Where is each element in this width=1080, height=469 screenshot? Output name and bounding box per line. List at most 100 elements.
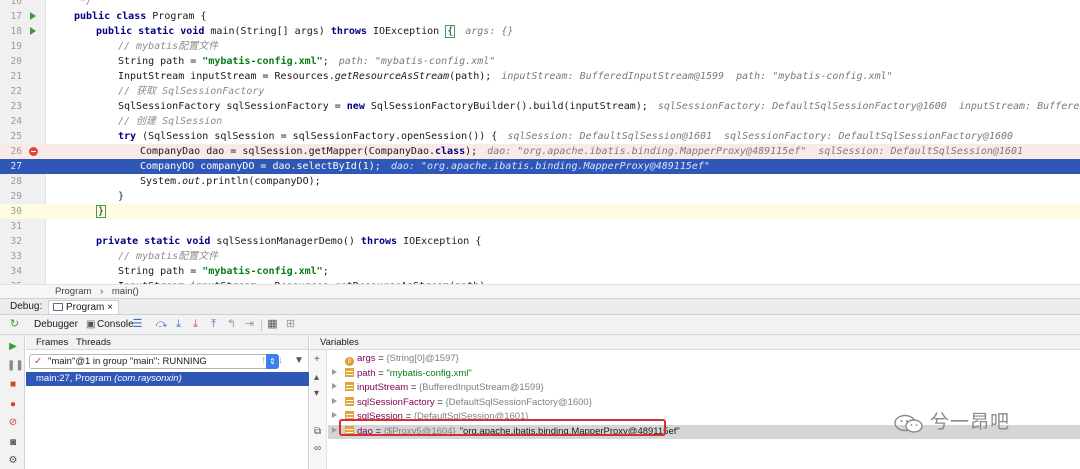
code-line[interactable]: 28 System.out.println(companyDO); (0, 174, 1080, 189)
step-over-icon[interactable]: ⤼ (155, 318, 168, 331)
down-arrow-icon[interactable]: ↓ (278, 355, 283, 366)
line-number[interactable]: 26 (0, 144, 22, 159)
code-line[interactable]: 29} (0, 189, 1080, 204)
line-number[interactable]: 30 (0, 204, 22, 219)
stack-frame-row[interactable]: main:27, Program (com.raysonxin) (26, 372, 309, 386)
code-line[interactable]: 23 SqlSessionFactory sqlSessionFactory = … (0, 99, 1080, 114)
line-number[interactable]: 34 (0, 264, 22, 279)
debugger-tab[interactable]: Debugger (34, 318, 78, 332)
frames-panel: Frames Threads ✓ "main"@1 in group "main… (26, 335, 309, 469)
run-gutter-icon[interactable] (26, 24, 40, 39)
drop-frame-icon[interactable]: ↰ (225, 318, 238, 331)
code-line[interactable]: 32 private static void sqlSessionManagerD… (0, 234, 1080, 249)
copy-icon[interactable]: ⧉ (314, 426, 321, 437)
line-number[interactable]: 19 (0, 39, 22, 54)
equals-sign: = (375, 353, 387, 364)
variable-row[interactable]: p args = {String[0]@1597} (328, 352, 459, 366)
breadcrumb-method[interactable]: main() (112, 286, 139, 297)
line-number[interactable]: 33 (0, 249, 22, 264)
view-breakpoints-icon[interactable]: ● (7, 399, 19, 411)
line-number[interactable]: 17 (0, 9, 22, 24)
force-step-into-icon[interactable]: ⤓ (189, 318, 202, 331)
filter-icon[interactable]: ▼ (294, 355, 304, 366)
glasses-icon[interactable]: ∞ (314, 443, 321, 454)
variable-row[interactable]: sqlSessionFactory = {DefaultSqlSessionFa… (328, 396, 592, 410)
line-number[interactable]: 20 (0, 54, 22, 69)
line-number[interactable]: 23 (0, 99, 22, 114)
line-number[interactable]: 31 (0, 219, 22, 234)
add-watch-icon[interactable]: + (314, 354, 320, 365)
code-line[interactable]: 20 String path = "mybatis-config.xml"; pat… (0, 54, 1080, 69)
up-arrow-icon[interactable]: ▴ (314, 372, 319, 383)
code-token: ); (465, 146, 478, 157)
tab-frames[interactable]: Frames (36, 335, 68, 350)
run-gutter-icon[interactable] (26, 9, 40, 24)
code-line[interactable]: 25 try (SqlSession sqlSession = sqlSessio… (0, 129, 1080, 144)
play-icon (30, 12, 36, 20)
code-line[interactable]: 34 String path = "mybatis-config.xml"; (0, 264, 1080, 279)
down-arrow-icon[interactable]: ▾ (314, 388, 319, 399)
code-line[interactable]: 17 public class Program { (0, 9, 1080, 24)
code-token: public static void (96, 26, 211, 37)
code-line[interactable]: 26 CompanyDao dao = sqlSession.getMapper(… (0, 144, 1080, 159)
stop-icon[interactable]: ■ (7, 379, 19, 391)
pause-icon[interactable]: ❚❚ (7, 360, 24, 372)
line-number[interactable]: 32 (0, 234, 22, 249)
line-number[interactable]: 25 (0, 129, 22, 144)
code-editor[interactable]: 16 */17 public class Program {18 public st… (0, 0, 1080, 284)
code-line[interactable]: 33 // mybatis配置文件 (0, 249, 1080, 264)
inline-debug-value: args: {} (465, 26, 514, 37)
code-line[interactable]: 30} (0, 204, 1080, 219)
settings-icon[interactable]: ⚙ (7, 455, 19, 467)
step-out-icon[interactable]: ⤒ (207, 318, 220, 331)
evaluate-icon[interactable]: ▦ (266, 318, 279, 331)
rerun-icon[interactable]: ↻ (8, 318, 21, 331)
expand-arrow-icon[interactable] (332, 383, 337, 390)
code-token: "mybatis-config.xml" (202, 266, 323, 277)
code-token: */ (74, 0, 93, 7)
mute-breakpoints-icon[interactable]: ⊘ (7, 417, 19, 429)
debug-session-tab[interactable]: Program × (48, 300, 119, 314)
breakpoint-icon[interactable] (26, 144, 40, 159)
resume-icon[interactable]: ▶ (7, 341, 19, 353)
line-number[interactable]: 18 (0, 24, 22, 39)
expand-arrow-icon[interactable] (332, 427, 337, 433)
code-token: // mybatis配置文件 (118, 41, 219, 52)
inline-debug-value: dao: "org.apache.ibatis.binding.MapperPr… (487, 146, 1023, 157)
code-text: CompanyDao dao = sqlSession.getMapper(Co… (140, 144, 1023, 159)
line-number[interactable]: 29 (0, 189, 22, 204)
line-number[interactable]: 22 (0, 84, 22, 99)
code-line[interactable]: 16 */ (0, 0, 1080, 9)
thread-select[interactable]: ✓ "main"@1 in group "main": RUNNING ⇕ (29, 354, 279, 369)
camera-icon[interactable]: ◙ (7, 437, 19, 449)
line-number[interactable]: 16 (0, 0, 22, 9)
line-number[interactable]: 28 (0, 174, 22, 189)
line-number[interactable]: 27 (0, 159, 22, 174)
code-line[interactable]: 19 // mybatis配置文件 (0, 39, 1080, 54)
expand-arrow-icon[interactable] (332, 368, 337, 375)
step-into-icon[interactable]: ⤓ (172, 318, 185, 331)
code-line[interactable]: 24 // 创建 SqlSession (0, 114, 1080, 129)
code-token: ; (322, 266, 329, 277)
variable-row[interactable]: path = "mybatis-config.xml" (328, 367, 472, 381)
trace-icon[interactable]: ⊞ (284, 318, 297, 331)
code-line[interactable]: 31 (0, 219, 1080, 234)
code-line[interactable]: 22 // 获取 SqlSessionFactory (0, 84, 1080, 99)
line-number[interactable]: 21 (0, 69, 22, 84)
console-tab[interactable]: Console (97, 318, 134, 332)
code-line[interactable]: 21 InputStream inputStream = Resources.ge… (0, 69, 1080, 84)
run-to-cursor-icon[interactable]: ⇥ (243, 318, 256, 331)
breadcrumb-separator: › (100, 286, 104, 297)
breadcrumb-class[interactable]: Program (55, 286, 91, 297)
list-icon[interactable]: ☰ (131, 318, 144, 331)
code-text: // mybatis配置文件 (118, 249, 218, 264)
line-number[interactable]: 24 (0, 114, 22, 129)
expand-arrow-icon[interactable] (332, 412, 337, 419)
code-line[interactable]: 27 CompanyDO companyDO = dao.selectById(1… (0, 159, 1080, 174)
up-arrow-icon[interactable]: ↑ (261, 355, 266, 366)
code-line[interactable]: 18 public static void main(String[] args)… (0, 24, 1080, 39)
variable-row[interactable]: inputStream = {BufferedInputStream@1599} (328, 381, 544, 395)
application-icon (53, 303, 63, 311)
expand-arrow-icon[interactable] (332, 397, 337, 404)
tab-threads[interactable]: Threads (76, 335, 111, 350)
